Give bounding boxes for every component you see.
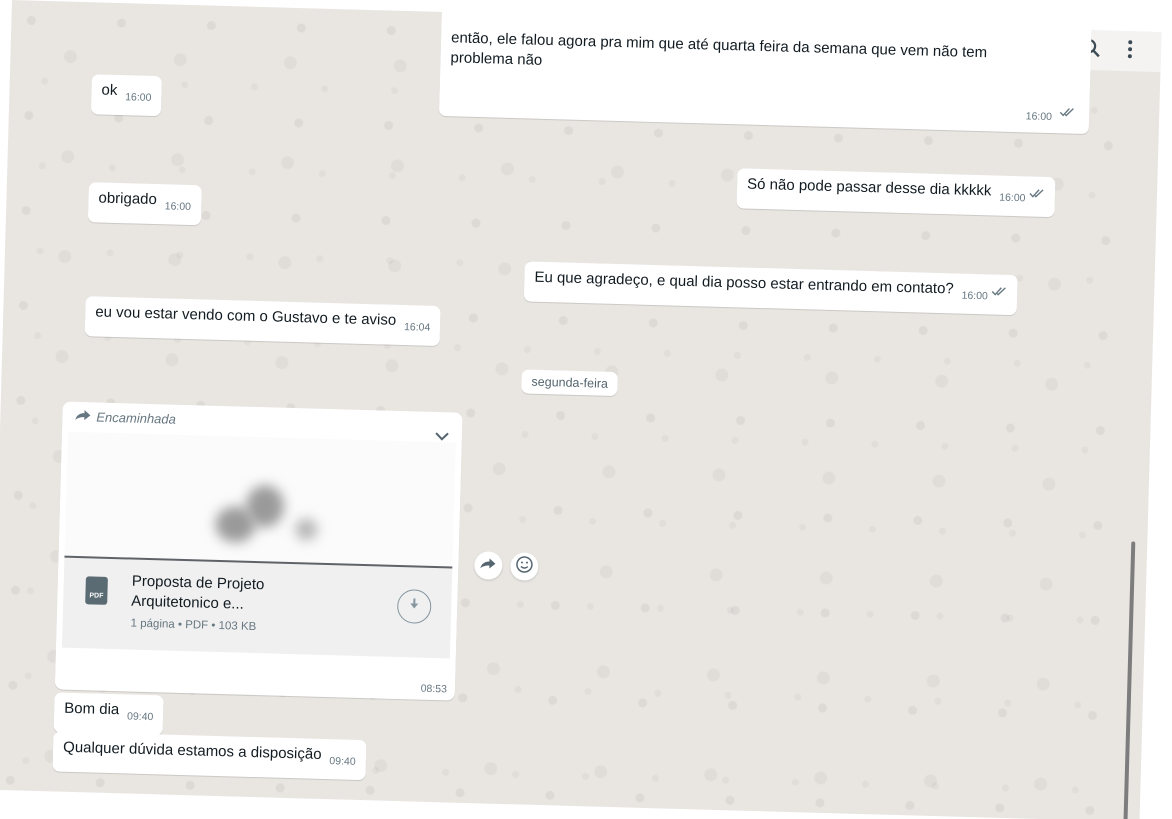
forward-icon [74, 409, 92, 424]
message-time: 16:00 [164, 200, 192, 214]
forwarded-text: Encaminhada [96, 409, 177, 427]
download-button[interactable] [396, 588, 432, 624]
message-incoming[interactable]: obrigado 16:00 [87, 182, 202, 226]
message-incoming[interactable]: eu vou estar vendo com o Gustavo e te av… [84, 296, 441, 347]
message-text: Qualquer dúvida estamos a disposição [62, 738, 322, 763]
menu-button[interactable] [1127, 39, 1134, 64]
forward-icon [479, 556, 497, 574]
message-outgoing[interactable]: Eu que agradeço, e qual dia posso estar … [523, 261, 1018, 316]
forward-button[interactable] [474, 551, 503, 580]
message-text: ok [101, 81, 118, 99]
document-details: 1 página • PDF • 103 KB [130, 617, 257, 634]
chat-panel: então, ele falou agora pra mim que até q… [0, 0, 1162, 819]
document-message[interactable]: Encaminhada PDF Proposta de Projeto Arqu… [54, 401, 463, 701]
emoji-icon [515, 555, 534, 578]
message-text: Só não pode passar desse dia kkkkk [746, 175, 992, 200]
pdf-icon-label: PDF [89, 592, 104, 600]
message-text: Eu que agradeço, e qual dia posso estar … [534, 268, 955, 298]
double-check-icon [1059, 103, 1076, 123]
message-time: 16:00 [999, 191, 1026, 205]
double-check-icon [991, 282, 1008, 302]
message-time: 16:00 [125, 91, 152, 104]
message-time: 09:40 [126, 710, 154, 724]
message-incoming[interactable]: Qualquer dúvida estamos a disposição 09:4… [52, 731, 367, 781]
message-incoming[interactable]: Bom dia 09:40 [53, 692, 164, 736]
message-time: 16:04 [403, 321, 431, 334]
download-icon [407, 596, 422, 617]
message-time: 16:00 [961, 289, 989, 303]
forwarded-label: Encaminhada [74, 409, 176, 427]
message-text: obrigado [98, 189, 158, 209]
date-divider: segunda-feira [521, 369, 619, 397]
document-preview[interactable] [64, 431, 456, 567]
menu-dots-icon [1127, 39, 1134, 64]
document-title: Proposta de Projeto Arquitetonico e... [131, 572, 382, 619]
message-text: Bom dia [64, 699, 120, 719]
pdf-file-icon: PDF [85, 576, 108, 605]
chat-scrollbar[interactable] [1122, 541, 1136, 819]
message-incoming[interactable]: ok 16:00 [90, 74, 163, 117]
message-time: 08:53 [420, 682, 448, 696]
message-outgoing[interactable]: Só não pode passar desse dia kkkkk 16:00 [736, 168, 1056, 218]
message-time: 16:00 [1025, 110, 1053, 124]
emoji-react-button[interactable] [509, 552, 539, 581]
message-text: eu vou estar vendo com o Gustavo e te av… [95, 303, 397, 329]
document-info-bar: PDF Proposta de Projeto Arquitetonico e.… [61, 555, 453, 659]
double-check-icon [1028, 184, 1045, 204]
message-outgoing[interactable]: então, ele falou agora pra mim que até q… [438, 6, 1092, 135]
message-time: 09:40 [329, 755, 356, 768]
whatsapp-chat-window: então, ele falou agora pra mim que até q… [0, 0, 1172, 819]
